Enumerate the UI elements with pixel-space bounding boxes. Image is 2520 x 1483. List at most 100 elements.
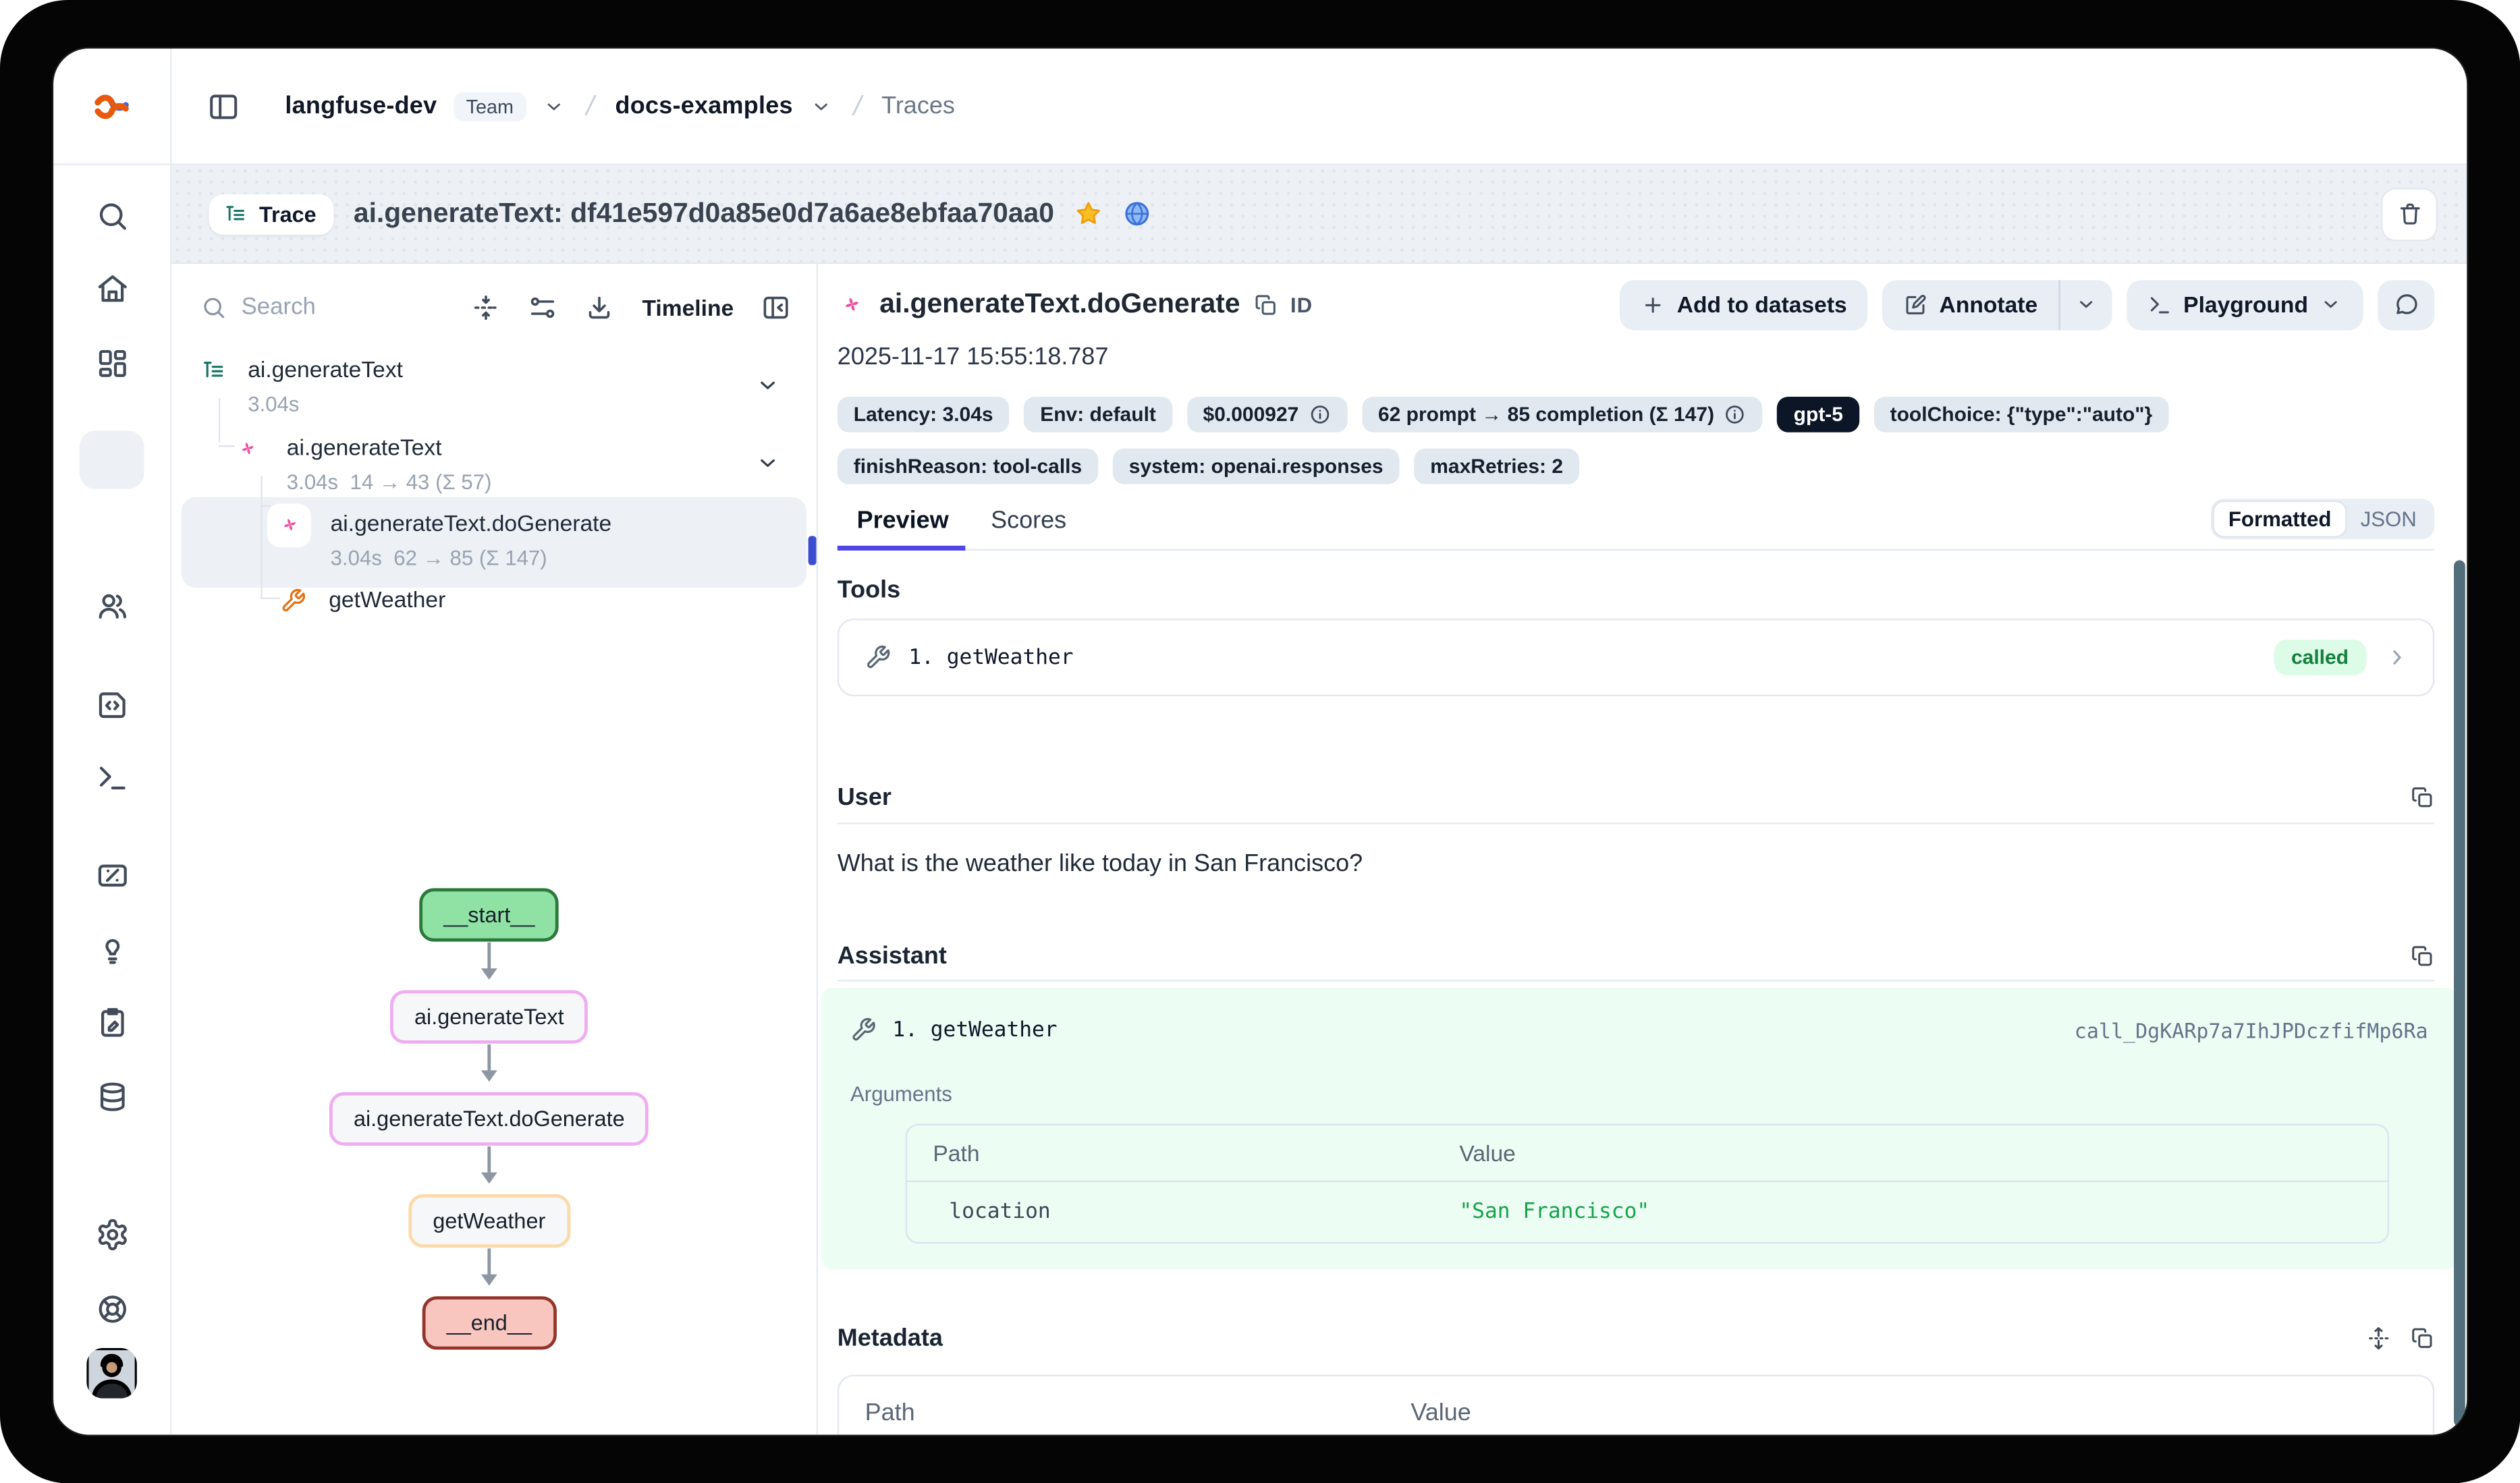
trace-icon	[201, 358, 227, 383]
playground-button[interactable]: Playground	[2127, 279, 2363, 329]
graph-node-__end__[interactable]: __end__	[422, 1296, 556, 1349]
langfuse-logo-icon	[90, 85, 132, 127]
add-to-datasets-button[interactable]: Add to datasets	[1620, 279, 1868, 329]
users-icon	[94, 588, 128, 622]
metadata-badge: Env: default	[1024, 397, 1172, 432]
tree-node-getWeather[interactable]: getWeather	[171, 586, 816, 615]
metadata-col-path: Path	[865, 1399, 1411, 1427]
rail-item-tracing[interactable]	[80, 430, 144, 488]
search-input[interactable]: Search	[201, 295, 445, 320]
arguments-col-value: Value	[1459, 1140, 2361, 1166]
tab-preview[interactable]: Preview	[838, 507, 972, 549]
tree-guide-line	[261, 505, 270, 507]
trash-icon	[2396, 201, 2422, 227]
observation-panel: ai.generateText.doGenerate ID Add to dat…	[818, 264, 2467, 1434]
divider	[838, 822, 2434, 824]
rail-item-playground[interactable]	[80, 748, 144, 806]
graph-node-getWeather[interactable]: getWeather	[408, 1194, 570, 1248]
tree-node-ai-generateText[interactable]: ai.generateText3.04s 14 → 43 (Σ 57)	[171, 434, 816, 494]
sidebar-toggle-button[interactable]	[204, 86, 243, 125]
graph-edge-arrow	[487, 1146, 491, 1180]
rail-item-users[interactable]	[80, 576, 144, 634]
annotate-dropdown-chevron[interactable]	[2058, 279, 2112, 329]
bookmark-star-icon[interactable]	[1074, 199, 1103, 228]
rail-item-support[interactable]	[80, 1279, 144, 1337]
breadcrumb-separator: /	[849, 90, 864, 122]
playground-icon	[94, 760, 128, 794]
collapse-all-button[interactable]	[472, 293, 501, 322]
search-placeholder: Search	[242, 295, 316, 320]
rail-item-scores[interactable]	[80, 845, 144, 903]
trace-type-pill: Trace	[209, 194, 334, 234]
tree-node-ai-generateText[interactable]: ai.generateText3.04s	[171, 356, 816, 416]
copy-icon[interactable]	[2410, 943, 2434, 968]
arguments-row: location "San Francisco"	[907, 1182, 2388, 1242]
assistant-section-heading: Assistant	[838, 939, 2434, 972]
rail-item-evaluation[interactable]	[80, 920, 144, 978]
tab-scores[interactable]: Scores	[971, 507, 1089, 549]
project-chevron-down-icon[interactable]	[809, 94, 832, 117]
collapse-panel-button[interactable]	[761, 293, 790, 322]
datasets-icon	[94, 1080, 128, 1113]
comments-button[interactable]	[2378, 279, 2434, 329]
delete-trace-button[interactable]	[2381, 187, 2438, 240]
graph-edge-arrow	[487, 1248, 491, 1282]
tool-definition-row[interactable]: 1. getWeather called	[838, 619, 2434, 696]
trace-title: ai.generateText: df41e597d0a85e0d7a6ae8e…	[354, 198, 1054, 230]
tool-name: 1. getWeather	[908, 645, 1073, 669]
rail-item-datasets[interactable]	[80, 1067, 144, 1125]
graph-node-ai-generateText[interactable]: ai.generateText	[390, 990, 588, 1044]
generation-icon	[235, 436, 261, 461]
format-option-json[interactable]: JSON	[2346, 502, 2431, 536]
badge-row-2: finishReason: tool-callssystem: openai.r…	[838, 449, 2434, 484]
annotate-button-group: Annotate	[1883, 279, 2112, 329]
tree-toolbar: Search Timeline	[171, 287, 816, 329]
annotate-button[interactable]: Annotate	[1883, 279, 2059, 329]
rail-item-settings[interactable]	[80, 1205, 144, 1263]
tool-icon	[280, 588, 306, 613]
plus-icon	[1641, 292, 1666, 316]
generation-icon	[277, 511, 302, 537]
rail-item-prompts[interactable]	[80, 675, 144, 733]
collapse-chevron-icon[interactable]	[755, 450, 780, 476]
graph-node-ai-generateText-doGenerate[interactable]: ai.generateText.doGenerate	[329, 1092, 649, 1146]
metadata-badge: Latency: 3.04s	[838, 397, 1010, 432]
rail-item-sessions[interactable]	[80, 503, 144, 561]
wrench-icon	[850, 1017, 876, 1042]
copy-icon[interactable]	[2410, 1325, 2434, 1349]
metadata-badge: 62 prompt → 85 completion (Σ 147)	[1362, 397, 1763, 432]
download-icon	[585, 293, 614, 322]
copy-icon[interactable]	[2410, 785, 2434, 809]
rail-item-home[interactable]	[80, 259, 144, 317]
timeline-toggle[interactable]: Timeline	[642, 295, 734, 320]
metadata-table: Path Value	[838, 1375, 2434, 1435]
expand-icon[interactable]	[2366, 1325, 2390, 1349]
graph-node-__start__[interactable]: __start__	[419, 888, 559, 941]
metadata-badge: $0.000927	[1187, 397, 1348, 432]
tree-node-ai-generateText-doGenerate[interactable]: ai.generateText.doGenerate3.04s 62 → 85 …	[171, 510, 816, 570]
app-logo[interactable]	[53, 49, 170, 165]
argument-value: "San Francisco"	[1459, 1200, 2361, 1224]
chevron-right-icon[interactable]	[2384, 644, 2410, 670]
observation-header: ai.generateText.doGenerate ID Add to dat…	[838, 280, 2434, 329]
org-chevron-down-icon[interactable]	[543, 94, 566, 117]
breadcrumb-project[interactable]: docs-examples	[615, 92, 793, 120]
public-globe-icon[interactable]	[1122, 199, 1151, 228]
format-option-formatted[interactable]: Formatted	[2214, 502, 2346, 536]
rail-item-annotation[interactable]	[80, 992, 144, 1051]
observation-id-label[interactable]: ID	[1290, 292, 1313, 316]
download-button[interactable]	[585, 293, 614, 322]
arguments-label: Arguments	[850, 1082, 2428, 1107]
user-avatar[interactable]	[86, 1348, 136, 1398]
scrollbar-thumb[interactable]	[2454, 560, 2465, 1426]
tree-settings-button[interactable]	[528, 293, 557, 322]
collapse-chevron-icon[interactable]	[755, 372, 780, 398]
breadcrumb-page[interactable]: Traces	[881, 92, 955, 120]
rail-item-dashboards[interactable]	[80, 333, 144, 391]
rail-item-search[interactable]	[80, 186, 144, 244]
metadata-section-heading: Metadata	[838, 1321, 2434, 1353]
comment-icon	[2393, 291, 2419, 317]
breadcrumb-org[interactable]: langfuse-dev	[285, 92, 437, 120]
copy-id-icon[interactable]	[1253, 292, 1278, 316]
org-plan-badge: Team	[453, 92, 526, 121]
